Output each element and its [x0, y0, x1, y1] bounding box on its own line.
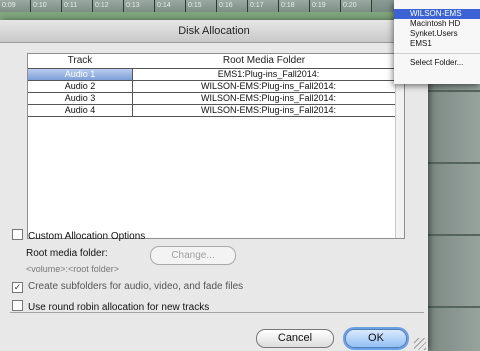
track-name: Audio 2: [28, 81, 133, 92]
timeline-tick: 0:19: [310, 0, 341, 12]
table-row[interactable]: Audio 1 EMS1:Plug-ins_Fall2014:: [28, 68, 404, 81]
column-header-root-media-folder[interactable]: Root Media Folder: [132, 54, 404, 68]
table-header: Track Root Media Folder: [28, 54, 404, 68]
change-button[interactable]: Change...: [150, 246, 236, 265]
timeline-tick: 0:11: [62, 0, 93, 12]
folder-path: WILSON-EMS:Plug-ins_Fall2014:: [200, 105, 337, 115]
folder-path: EMS1:Plug-ins_Fall2014:: [217, 69, 320, 79]
timeline-tick: 0:15: [186, 0, 217, 12]
disk-allocation-dialog: Disk Allocation Track Root Media Folder …: [0, 20, 428, 351]
folder-select[interactable]: WILSON-EMS:Plug-ins_Fall2014:⇕: [133, 93, 404, 104]
timeline-tick: 0:14: [155, 0, 186, 12]
track-name: Audio 4: [28, 105, 133, 116]
folder-select[interactable]: WILSON-EMS:Plug-ins_Fall2014:⇕: [133, 81, 404, 92]
table-row[interactable]: Audio 4 WILSON-EMS:Plug-ins_Fall2014:⇕: [28, 104, 404, 117]
timeline-tick: 0:18: [279, 0, 310, 12]
timeline-tick: 0:12: [93, 0, 124, 12]
track-name: Audio 1: [28, 69, 133, 80]
timeline-tick: 0:09: [0, 0, 31, 12]
menu-item-wilson-ems[interactable]: WILSON-EMS: [394, 9, 480, 19]
timeline-tick: 0:16: [217, 0, 248, 12]
table-row[interactable]: Audio 3 WILSON-EMS:Plug-ins_Fall2014:⇕: [28, 92, 404, 105]
column-header-track[interactable]: Track: [28, 54, 132, 68]
dialog-title: Disk Allocation: [0, 20, 428, 43]
track-name: Audio 3: [28, 93, 133, 104]
folder-path: WILSON-EMS:Plug-ins_Fall2014:: [200, 93, 337, 103]
folder-select[interactable]: WILSON-EMS:Plug-ins_Fall2014:⇕: [133, 105, 404, 116]
custom-allocation-option[interactable]: Custom Allocation Options: [12, 229, 145, 242]
timeline-tick: 0:17: [248, 0, 279, 12]
folder-popup-menu: WILSON-EMS Macintosh HD Synket.Users EMS…: [394, 0, 480, 84]
menu-item-ems1[interactable]: EMS1: [394, 39, 480, 49]
custom-allocation-label: Custom Allocation Options: [28, 231, 146, 242]
root-media-folder-label: Root media folder:: [26, 248, 108, 259]
create-subfolders-option[interactable]: ✓ Create subfolders for audio, video, and…: [12, 281, 243, 293]
menu-item-macintosh-hd[interactable]: Macintosh HD: [394, 19, 480, 29]
folder-path: WILSON-EMS:Plug-ins_Fall2014:: [200, 81, 337, 91]
menu-separator: [394, 53, 480, 54]
resize-grip-icon[interactable]: [414, 338, 426, 350]
root-folder-path-placeholder: <volume>:<root folder>: [26, 264, 120, 274]
divider: [10, 312, 424, 313]
menu-item-select-folder[interactable]: Select Folder...: [394, 58, 480, 68]
menu-item-synket-users[interactable]: Synket.Users: [394, 29, 480, 39]
table-row[interactable]: Audio 2 WILSON-EMS:Plug-ins_Fall2014:⇕: [28, 80, 404, 93]
timeline-tick: 0:10: [31, 0, 62, 12]
round-robin-checkbox[interactable]: [12, 300, 23, 311]
timeline-tick: 0:13: [124, 0, 155, 12]
create-subfolders-label: Create subfolders for audio, video, and …: [28, 281, 244, 292]
allocation-table[interactable]: Track Root Media Folder Audio 1 EMS1:Plu…: [27, 53, 405, 239]
custom-allocation-checkbox[interactable]: [12, 229, 23, 240]
ok-button[interactable]: OK: [345, 329, 407, 348]
create-subfolders-checkbox[interactable]: ✓: [12, 282, 23, 293]
folder-select[interactable]: EMS1:Plug-ins_Fall2014:: [133, 69, 404, 80]
timeline-tick: 0:20: [341, 0, 372, 12]
cancel-button[interactable]: Cancel: [256, 329, 334, 348]
